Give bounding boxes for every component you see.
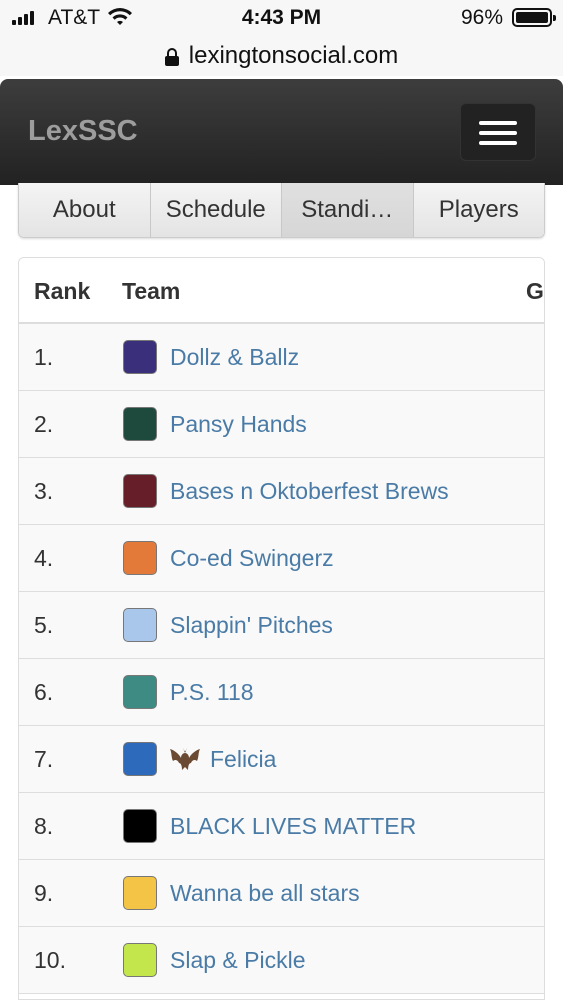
team-rank: 6. [34,679,54,705]
table-row: 3. Bases n Oktoberfest Brews [19,458,544,525]
bat-icon [170,748,200,770]
battery-percentage: 96% [461,6,504,29]
standings-table: Rank Team G 1. Dollz & Ballz 2. Pansy Hands… [18,257,545,1000]
team-color-swatch [123,876,157,910]
team-color-swatch [123,541,157,575]
team-rank: 7. [34,746,54,772]
url-text[interactable]: lexingtonsocial.com [189,42,398,70]
team-link[interactable]: Bases n Oktoberfest Brews [170,478,449,505]
table-row: 9. Wanna be all stars [19,860,544,927]
team-rank: 1. [34,344,54,370]
table-row: 8. BLACK LIVES MATTER [19,793,544,860]
team-color-swatch [123,407,157,441]
table-row: 6. P.S. 118 [19,659,544,726]
tab-players[interactable]: Players [413,183,544,237]
team-rank: 2. [34,411,54,437]
tab-schedule-label: Schedule [165,196,266,223]
table-body: 1. Dollz & Ballz 2. Pansy Hands 3. Bases n Ok… [19,324,544,994]
tab-about-label: About [52,196,116,223]
team-link[interactable]: BLACK LIVES MATTER [170,813,416,840]
hamburger-menu-icon[interactable] [460,103,536,161]
team-rank: 5. [34,612,54,638]
table-row: 1. Dollz & Ballz [19,324,544,391]
team-color-swatch [123,608,157,642]
team-rank: 10. [34,947,66,973]
team-link[interactable]: Pansy Hands [170,411,307,438]
tab-standings[interactable]: Standi… [282,183,414,237]
lock-icon [164,48,179,66]
team-color-swatch [123,742,157,776]
tab-standings-label: Standi… [301,196,394,223]
table-row: 2. Pansy Hands [19,391,544,458]
status-bar: AT&T 4:43 PM 96% [0,0,563,36]
table-row: 10. Slap & Pickle [19,927,544,994]
table-row: 7. Felicia [19,726,544,793]
header-rank: Rank [34,278,91,304]
site-brand[interactable]: LexSSC [28,115,138,148]
team-link[interactable]: Felicia [210,746,276,773]
team-color-swatch [123,675,157,709]
team-color-swatch [123,340,157,374]
team-rank: 8. [34,813,54,839]
team-rank: 9. [34,880,54,906]
tab-players-label: Players [438,196,519,223]
section-tabs: About Schedule Standi… Players [18,183,545,238]
team-color-swatch [123,809,157,843]
table-row: 4. Co-ed Swingerz [19,525,544,592]
team-color-swatch [123,943,157,977]
team-link[interactable]: Slap & Pickle [170,947,306,974]
team-link[interactable]: Dollz & Ballz [170,344,299,371]
address-bar[interactable]: lexingtonsocial.com [0,36,563,76]
team-link[interactable]: Wanna be all stars [170,880,360,907]
team-link[interactable]: Slappin' Pitches [170,612,333,639]
header-games: G [526,278,544,304]
tab-about[interactable]: About [19,183,151,237]
table-row: 5. Slappin' Pitches [19,592,544,659]
team-rank: 3. [34,478,54,504]
team-link[interactable]: P.S. 118 [170,679,254,706]
team-color-swatch [123,474,157,508]
table-header: Rank Team G [19,258,544,324]
tab-schedule[interactable]: Schedule [150,183,282,237]
team-rank: 4. [34,545,54,571]
battery-icon [512,8,556,27]
header-team: Team [122,278,181,304]
team-link[interactable]: Co-ed Swingerz [170,545,334,572]
